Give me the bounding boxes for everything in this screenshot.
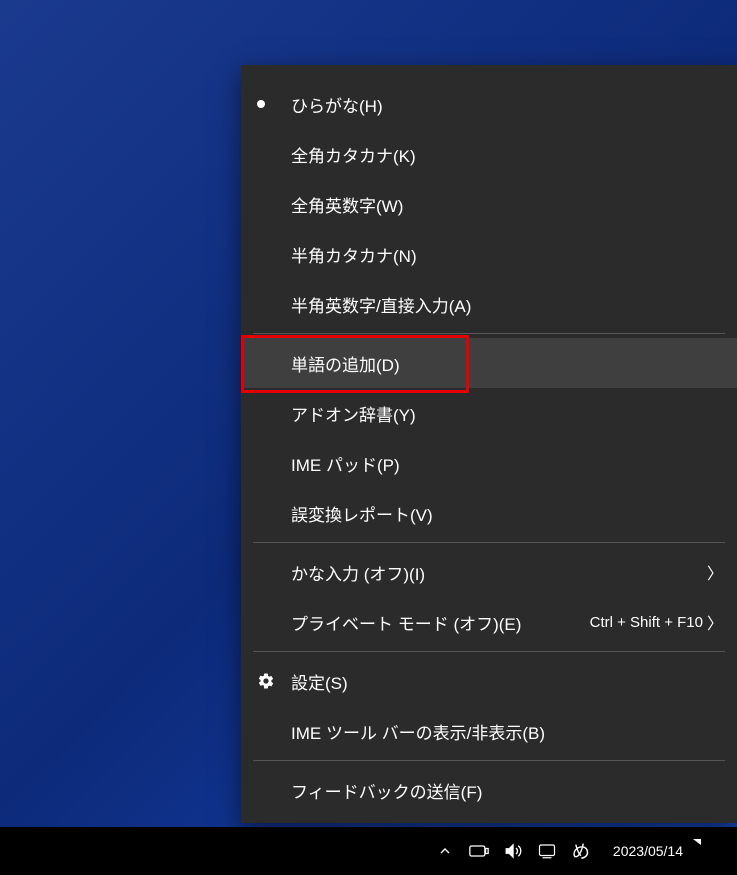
chevron-right-icon: 〉 <box>707 610 721 634</box>
volume-icon[interactable] <box>503 841 523 861</box>
menu-item-label: IME パッド(P) <box>291 451 721 476</box>
menu-item-label: 全角カタカナ(K) <box>291 142 721 167</box>
menu-item-hiragana[interactable]: ひらがな(H) <box>241 79 737 129</box>
menu-item-label: フィードバックの送信(F) <box>291 778 721 803</box>
menu-item-fullwidth-alphanumeric[interactable]: 全角英数字(W) <box>241 179 737 229</box>
menu-item-label: 半角カタカナ(N) <box>291 242 721 267</box>
menu-item-label: アドオン辞書(Y) <box>291 401 721 426</box>
radio-selected-icon <box>257 100 291 108</box>
menu-item-label: かな入力 (オフ)(I) <box>291 560 707 585</box>
menu-item-add-word[interactable]: 単語の追加(D) <box>241 338 737 388</box>
ime-indicator[interactable]: め <box>571 841 591 861</box>
menu-item-accelerator: Ctrl + Shift + F10 <box>590 614 703 631</box>
menu-item-halfwidth-katakana[interactable]: 半角カタカナ(N) <box>241 229 737 279</box>
menu-item-ime-toolbar-toggle[interactable]: IME ツール バーの表示/非表示(B) <box>241 706 737 756</box>
menu-item-private-mode[interactable]: プライベート モード (オフ)(E) Ctrl + Shift + F10 〉 <box>241 597 737 647</box>
notification-count: 2 <box>705 844 729 858</box>
battery-icon[interactable] <box>469 841 489 861</box>
menu-item-label: 半角英数字/直接入力(A) <box>291 292 721 317</box>
notification-center-icon[interactable]: 2 <box>705 840 729 862</box>
menu-item-label: 全角英数字(W) <box>291 192 721 217</box>
menu-separator <box>253 651 725 652</box>
menu-item-fullwidth-katakana[interactable]: 全角カタカナ(K) <box>241 129 737 179</box>
menu-separator <box>253 333 725 334</box>
gear-icon <box>257 672 291 690</box>
menu-separator <box>253 542 725 543</box>
ime-context-menu: ひらがな(H) 全角カタカナ(K) 全角英数字(W) 半角カタカナ(N) 半角英… <box>241 65 737 823</box>
menu-item-halfwidth-alphanumeric-direct[interactable]: 半角英数字/直接入力(A) <box>241 279 737 329</box>
menu-item-settings[interactable]: 設定(S) <box>241 656 737 706</box>
chevron-right-icon: 〉 <box>707 560 721 584</box>
menu-separator <box>253 760 725 761</box>
menu-item-send-feedback[interactable]: フィードバックの送信(F) <box>241 765 737 815</box>
tray-chevron-up-icon[interactable] <box>435 841 455 861</box>
menu-item-label: 誤変換レポート(V) <box>291 501 721 526</box>
menu-item-label: IME ツール バーの表示/非表示(B) <box>291 719 721 744</box>
menu-item-label: プライベート モード (オフ)(E) <box>291 610 590 635</box>
menu-item-addon-dictionary[interactable]: アドオン辞書(Y) <box>241 388 737 438</box>
menu-item-label: 単語の追加(D) <box>291 351 721 376</box>
menu-item-label: 設定(S) <box>291 669 721 694</box>
menu-item-ime-pad[interactable]: IME パッド(P) <box>241 438 737 488</box>
system-tray: め 2023/05/14 2 <box>435 840 729 862</box>
network-icon[interactable] <box>537 841 557 861</box>
taskbar-date[interactable]: 2023/05/14 <box>605 843 691 859</box>
menu-item-kana-input[interactable]: かな入力 (オフ)(I) 〉 <box>241 547 737 597</box>
taskbar: め 2023/05/14 2 <box>0 827 737 875</box>
menu-item-label: ひらがな(H) <box>291 92 721 117</box>
menu-item-misconversion-report[interactable]: 誤変換レポート(V) <box>241 488 737 538</box>
